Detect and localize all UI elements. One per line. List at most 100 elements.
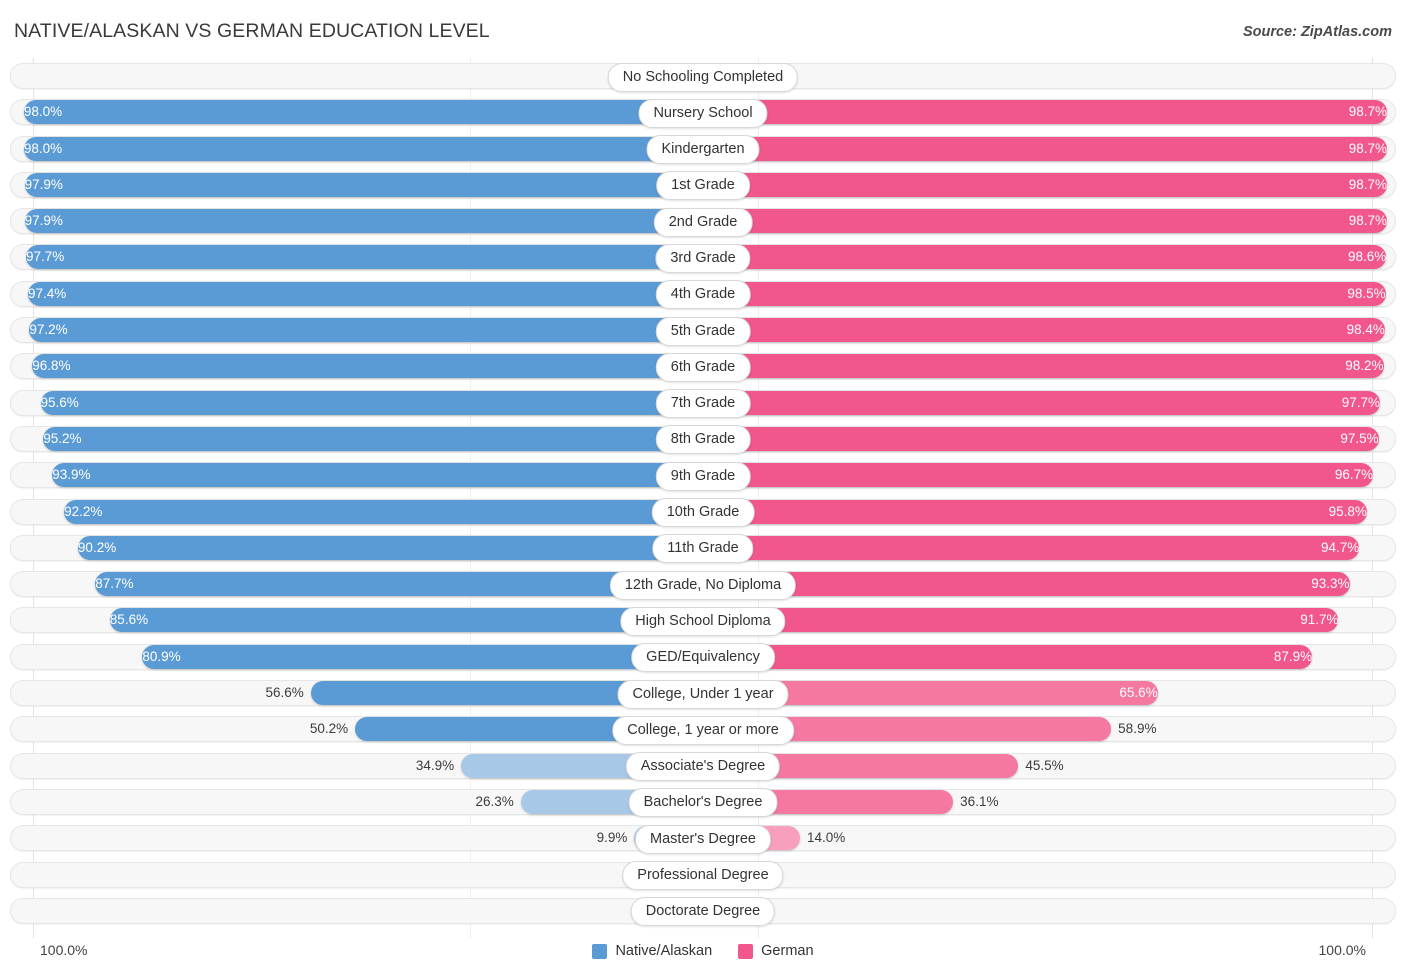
legend-swatch-native-alaskan bbox=[592, 944, 607, 959]
legend-item-german[interactable]: German bbox=[738, 943, 813, 959]
bar-value-german: 96.7% bbox=[1303, 463, 1385, 487]
bar-value-german: 94.7% bbox=[1289, 536, 1371, 560]
category-label-pill[interactable]: Nursery School bbox=[638, 99, 767, 128]
chart-row: 90.2%94.7%11th Grade bbox=[0, 530, 1406, 566]
category-label-pill[interactable]: 2nd Grade bbox=[654, 208, 753, 237]
bar-german[interactable] bbox=[703, 463, 1373, 487]
category-label-pill[interactable]: 6th Grade bbox=[656, 353, 751, 382]
category-label-pill[interactable]: Kindergarten bbox=[646, 135, 759, 164]
category-label-pill[interactable]: 9th Grade bbox=[656, 462, 751, 491]
bar-native-alaskan[interactable] bbox=[26, 245, 703, 269]
bar-value-native-alaskan: 98.0% bbox=[12, 100, 94, 124]
bar-native-alaskan[interactable] bbox=[142, 645, 703, 669]
bar-german[interactable] bbox=[703, 354, 1384, 378]
category-label-pill[interactable]: 11th Grade bbox=[652, 534, 753, 563]
category-label-pill[interactable]: 7th Grade bbox=[656, 389, 751, 418]
bar-value-german: 45.5% bbox=[1018, 754, 1095, 778]
bar-german[interactable] bbox=[703, 500, 1367, 524]
chart-row: 96.8% 98.2% 6th Grade bbox=[0, 348, 1406, 384]
bar-value-german: 65.6% bbox=[1088, 681, 1170, 705]
category-label-pill[interactable]: No Schooling Completed bbox=[608, 63, 798, 92]
bar-value-german: 97.7% bbox=[1310, 391, 1392, 415]
category-label-pill[interactable]: Professional Degree bbox=[622, 861, 783, 890]
bar-native-alaskan[interactable] bbox=[41, 391, 704, 415]
bar-value-native-alaskan: 87.7% bbox=[83, 572, 165, 596]
chart-row: 56.6% 65.6% College, Under 1 year bbox=[0, 675, 1406, 711]
bar-value-native-alaskan: 96.8% bbox=[20, 354, 102, 378]
bar-value-german: 87.9% bbox=[1242, 645, 1324, 669]
chart-row: 97.4% 98.5% 4th Grade bbox=[0, 276, 1406, 312]
chart-row: 93.9%96.7%9th Grade bbox=[0, 457, 1406, 493]
bar-value-german: 36.1% bbox=[953, 790, 1030, 814]
bar-native-alaskan[interactable] bbox=[24, 100, 703, 124]
category-label-pill[interactable]: Master's Degree bbox=[635, 825, 771, 854]
bar-native-alaskan[interactable] bbox=[28, 282, 703, 306]
bar-value-german: 58.9% bbox=[1111, 717, 1188, 741]
chart-row: 26.3% 36.1% Bachelor's Degree bbox=[0, 784, 1406, 820]
chart-header: NATIVE/ALASKAN VS GERMAN EDUCATION LEVEL… bbox=[0, 0, 1406, 56]
bar-value-german: 93.3% bbox=[1280, 572, 1362, 596]
bar-native-alaskan[interactable] bbox=[25, 209, 703, 233]
bar-value-german: 98.2% bbox=[1314, 354, 1396, 378]
category-label-pill[interactable]: Associate's Degree bbox=[626, 752, 780, 781]
bar-native-alaskan[interactable] bbox=[52, 463, 703, 487]
bar-native-alaskan[interactable] bbox=[29, 318, 703, 342]
bar-german[interactable] bbox=[703, 137, 1387, 161]
category-label-pill[interactable]: 3rd Grade bbox=[655, 244, 750, 273]
category-label-pill[interactable]: College, Under 1 year bbox=[617, 680, 788, 709]
category-label-pill[interactable]: 10th Grade bbox=[652, 498, 755, 527]
bar-value-german: 98.7% bbox=[1317, 137, 1399, 161]
bar-value-native-alaskan: 97.9% bbox=[13, 209, 95, 233]
category-label-pill[interactable]: 12th Grade, No Diploma bbox=[610, 571, 796, 600]
bar-native-alaskan[interactable] bbox=[43, 427, 703, 451]
bar-value-native-alaskan: 95.2% bbox=[31, 427, 113, 451]
bar-german[interactable] bbox=[703, 173, 1387, 197]
chart-row: 2.2%1.4%No Schooling Completed bbox=[0, 58, 1406, 94]
bar-german[interactable] bbox=[703, 282, 1386, 306]
bar-value-native-alaskan: 9.9% bbox=[557, 826, 634, 850]
bar-native-alaskan[interactable] bbox=[78, 536, 703, 560]
bar-german[interactable] bbox=[703, 245, 1386, 269]
bar-value-native-alaskan: 56.6% bbox=[234, 681, 311, 705]
category-label-pill[interactable]: 1st Grade bbox=[656, 171, 750, 200]
bar-value-german: 98.5% bbox=[1316, 282, 1398, 306]
page-title: NATIVE/ALASKAN VS GERMAN EDUCATION LEVEL bbox=[14, 20, 490, 43]
bar-german[interactable] bbox=[703, 608, 1338, 632]
chart-row: 92.2%95.8%10th Grade bbox=[0, 494, 1406, 530]
bar-native-alaskan[interactable] bbox=[25, 173, 703, 197]
bar-german[interactable] bbox=[703, 645, 1312, 669]
chart-row: 34.9%45.5%Associate's Degree bbox=[0, 748, 1406, 784]
bar-german[interactable] bbox=[703, 536, 1359, 560]
bar-native-alaskan[interactable] bbox=[64, 500, 703, 524]
category-label-pill[interactable]: 5th Grade bbox=[656, 317, 751, 346]
bar-value-native-alaskan: 92.2% bbox=[52, 500, 134, 524]
chart-row: 85.6%91.7%High School Diploma bbox=[0, 602, 1406, 638]
category-label-pill[interactable]: 8th Grade bbox=[656, 425, 751, 454]
bar-native-alaskan[interactable] bbox=[110, 608, 703, 632]
chart-row: 80.9% 87.9% GED/Equivalency bbox=[0, 639, 1406, 675]
bar-german[interactable] bbox=[703, 100, 1387, 124]
category-label-pill[interactable]: Bachelor's Degree bbox=[629, 788, 778, 817]
category-label-pill[interactable]: Doctorate Degree bbox=[631, 897, 775, 926]
bar-value-native-alaskan: 26.3% bbox=[444, 790, 521, 814]
bar-value-native-alaskan: 97.4% bbox=[16, 282, 98, 306]
bar-german[interactable] bbox=[703, 427, 1379, 451]
category-label-pill[interactable]: 4th Grade bbox=[656, 280, 751, 309]
bar-value-native-alaskan: 98.0% bbox=[12, 137, 94, 161]
bar-german[interactable] bbox=[703, 318, 1385, 342]
chart-row: 97.2%98.4%5th Grade bbox=[0, 312, 1406, 348]
bar-native-alaskan[interactable] bbox=[32, 354, 703, 378]
chart-row: 9.9%14.0%Master's Degree bbox=[0, 820, 1406, 856]
category-label-pill[interactable]: GED/Equivalency bbox=[631, 643, 775, 672]
category-label-pill[interactable]: High School Diploma bbox=[620, 607, 785, 636]
bar-native-alaskan[interactable] bbox=[24, 137, 703, 161]
bar-german[interactable] bbox=[703, 572, 1350, 596]
category-label-pill[interactable]: College, 1 year or more bbox=[612, 716, 794, 745]
bar-value-native-alaskan: 80.9% bbox=[130, 645, 212, 669]
bar-german[interactable] bbox=[703, 391, 1380, 415]
chart-rows: 2.2%1.4%No Schooling Completed 98.0% 98.7%… bbox=[0, 58, 1406, 929]
bar-german[interactable] bbox=[703, 209, 1387, 233]
legend-swatch-german bbox=[738, 944, 753, 959]
legend-item-native-alaskan[interactable]: Native/Alaskan bbox=[592, 943, 712, 959]
bar-value-german: 98.7% bbox=[1317, 209, 1399, 233]
